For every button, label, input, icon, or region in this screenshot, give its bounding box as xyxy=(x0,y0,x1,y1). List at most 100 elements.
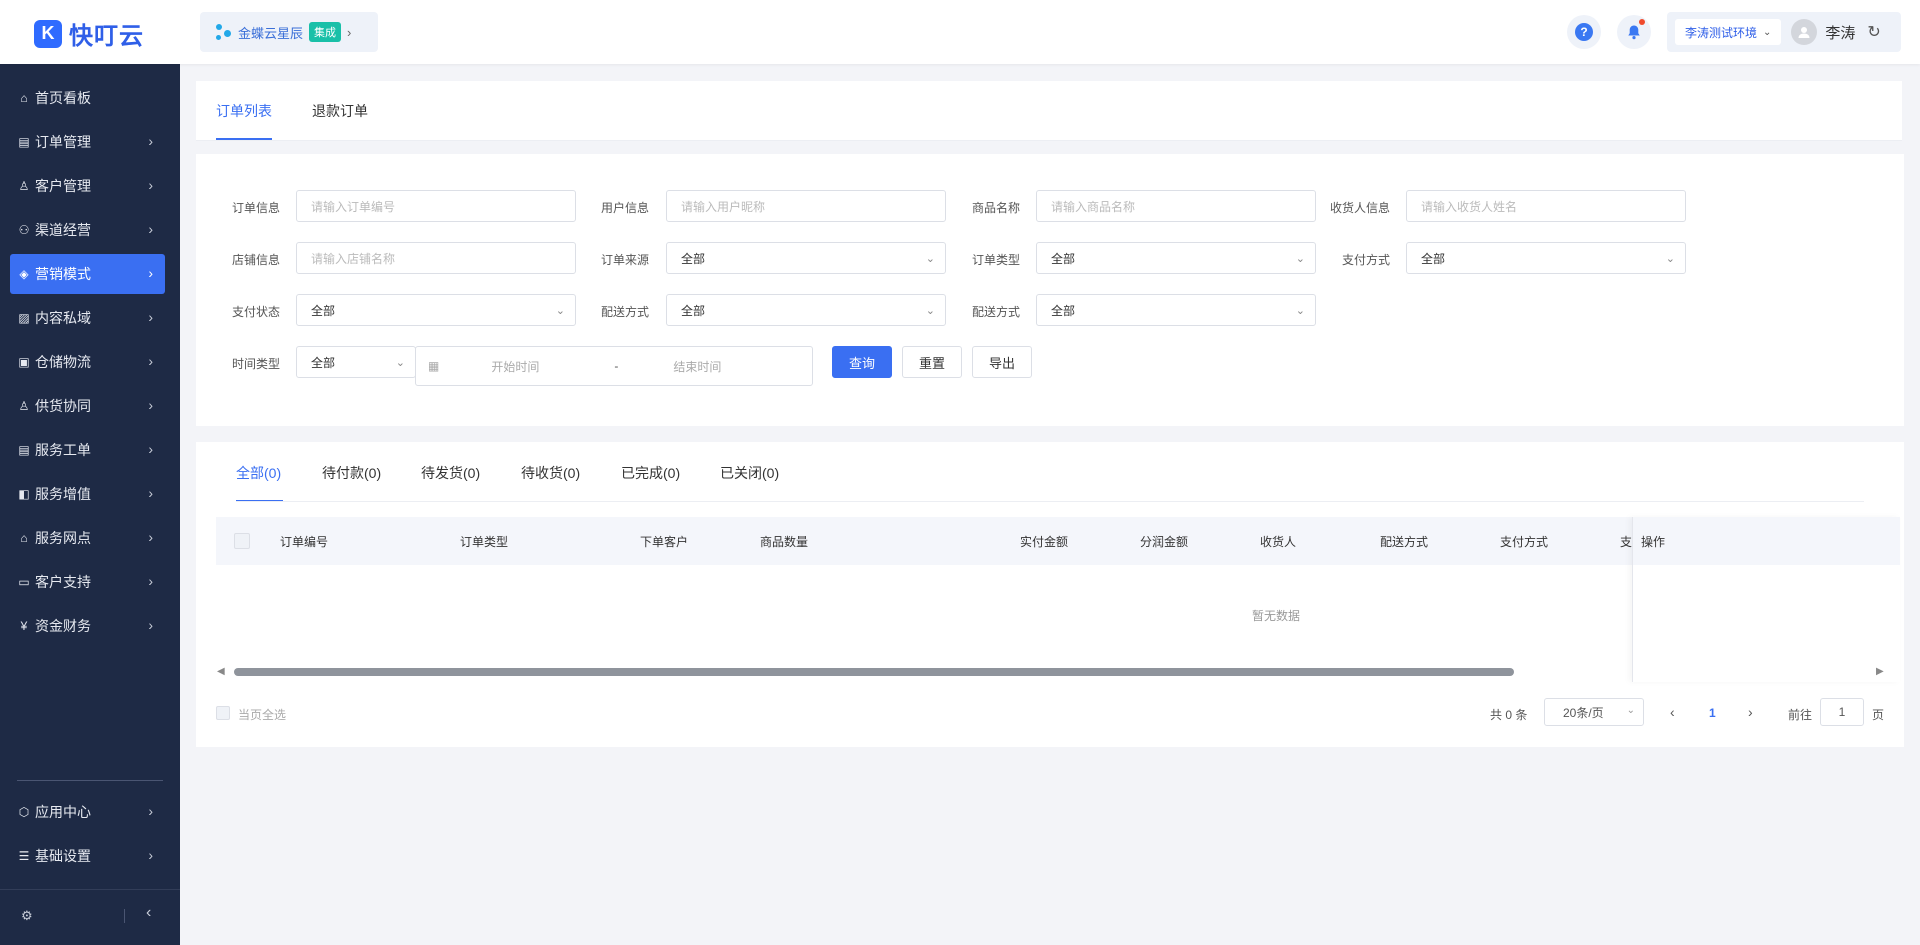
sidebar-item-supply[interactable]: ♙ 供货协同 › xyxy=(10,386,165,426)
chevron-right-icon: › xyxy=(148,617,153,633)
delivery-method-select-2[interactable]: 全部 ⌄ xyxy=(1036,294,1316,326)
sidebar-item-label: 仓储物流 xyxy=(35,354,91,370)
status-tab-pending-receipt[interactable]: 待收货(0) xyxy=(521,463,580,483)
time-type-select[interactable]: 全部 ⌄ xyxy=(296,346,416,378)
gear-icon[interactable]: ⚙ xyxy=(21,908,33,924)
chevron-right-icon: › xyxy=(148,177,153,193)
chevron-right-icon: › xyxy=(148,847,153,863)
status-tab-all[interactable]: 全部(0) xyxy=(236,463,281,483)
order-type-select[interactable]: 全部 ⌄ xyxy=(1036,242,1316,274)
sidebar-item-label: 服务网点 xyxy=(35,530,91,546)
goto-page-input[interactable]: 1 xyxy=(1820,698,1864,726)
sidebar-divider xyxy=(17,780,163,781)
store-name-input[interactable]: 请输入店铺名称 xyxy=(296,242,576,274)
notification-button[interactable] xyxy=(1617,15,1651,49)
env-label: 李涛测试环境 xyxy=(1685,25,1758,40)
product-name-input[interactable]: 请输入商品名称 xyxy=(1036,190,1316,222)
sidebar-item-tickets[interactable]: ▤ 服务工单 › xyxy=(10,430,165,470)
collapse-icon[interactable]: ‹ xyxy=(146,904,151,922)
col-order-number: 订单编号 xyxy=(280,535,329,549)
chevron-right-icon: › xyxy=(148,397,153,413)
pay-method-value: 全部 xyxy=(1421,251,1446,266)
tab-refund-orders[interactable]: 退款订单 xyxy=(312,101,368,121)
avatar[interactable] xyxy=(1791,19,1818,45)
tab-order-list[interactable]: 订单列表 xyxy=(216,101,272,121)
reset-button[interactable]: 重置 xyxy=(902,346,962,378)
goto-label: 前往 xyxy=(1788,708,1813,722)
status-tab-closed[interactable]: 已关闭(0) xyxy=(720,463,779,483)
order-icon: ▤ xyxy=(18,135,30,149)
order-number-input[interactable]: 请输入订单编号 xyxy=(296,190,576,222)
select-all-checkbox[interactable] xyxy=(234,533,250,549)
refresh-icon[interactable]: ↻ xyxy=(1867,22,1880,42)
page-size-value: 20条/页 xyxy=(1563,705,1604,720)
sidebar-item-settings[interactable]: ☰ 基础设置 › xyxy=(10,836,165,876)
scroll-left-icon[interactable]: ◀ xyxy=(217,666,225,677)
home-icon: ⌂ xyxy=(20,91,28,105)
sidebar-item-app-center[interactable]: ⬡ 应用中心 › xyxy=(10,792,165,832)
sidebar-item-orders[interactable]: ▤ 订单管理 › xyxy=(10,122,165,162)
sidebar-item-label: 订单管理 xyxy=(35,134,91,150)
logo[interactable]: K 快叮云 xyxy=(34,16,144,51)
range-separator: - xyxy=(614,359,619,373)
user-box: 李涛测试环境 ⌄ 李涛 ↻ xyxy=(1667,12,1901,52)
env-select[interactable]: 李涛测试环境 ⌄ xyxy=(1675,19,1782,45)
finance-icon: ¥ xyxy=(20,619,28,633)
supply-icon: ♙ xyxy=(18,399,30,413)
chevron-down-icon: ⌄ xyxy=(1295,305,1305,317)
horizontal-scrollbar[interactable] xyxy=(234,668,1514,676)
calendar-icon: ▦ xyxy=(428,359,440,373)
start-time-input[interactable]: 开始时间 xyxy=(491,358,539,375)
sidebar-item-label: 供货协同 xyxy=(35,398,91,414)
page-size-select[interactable]: 20条/页 ⌄ xyxy=(1544,698,1644,726)
sidebar-item-label: 渠道经营 xyxy=(35,222,91,238)
scroll-right-icon[interactable]: ▶ xyxy=(1876,666,1884,677)
col-customer: 下单客户 xyxy=(640,535,689,549)
user-name[interactable]: 李涛 xyxy=(1825,22,1855,43)
pay-method-select[interactable]: 全部 ⌄ xyxy=(1406,242,1686,274)
sidebar-item-marketing[interactable]: ◈ 营销模式 › xyxy=(10,254,165,294)
app-center-icon: ⬡ xyxy=(18,805,30,819)
next-page-icon[interactable]: › xyxy=(1748,704,1753,720)
sidebar-item-value-added[interactable]: ◧ 服务增值 › xyxy=(10,474,165,514)
col-operations: 操作 xyxy=(1641,535,1666,549)
order-list-panel: 全部(0) 待付款(0) 待发货(0) 待收货(0) 已完成(0) 已关闭(0)… xyxy=(196,442,1904,747)
sidebar-item-channel[interactable]: ⚇ 渠道经营 › xyxy=(10,210,165,250)
end-time-input[interactable]: 结束时间 xyxy=(673,358,721,375)
sidebar-item-outlets[interactable]: ⌂ 服务网点 › xyxy=(10,518,165,558)
select-page-checkbox[interactable] xyxy=(216,706,230,720)
sidebar-item-customers[interactable]: ♙ 客户管理 › xyxy=(10,166,165,206)
pay-status-value: 全部 xyxy=(311,303,336,318)
date-range-picker[interactable]: ▦ 开始时间 - 结束时间 xyxy=(415,346,813,386)
status-tab-completed[interactable]: 已完成(0) xyxy=(621,463,680,483)
status-tab-pending-payment[interactable]: 待付款(0) xyxy=(322,463,381,483)
time-type-value: 全部 xyxy=(311,355,336,370)
user-info-label: 用户信息 xyxy=(601,201,650,215)
sidebar-item-content[interactable]: ▨ 内容私域 › xyxy=(10,298,165,338)
chevron-down-icon: ⌄ xyxy=(1626,705,1635,716)
order-source-label: 订单来源 xyxy=(601,253,650,267)
receiver-name-input[interactable]: 请输入收货人姓名 xyxy=(1406,190,1686,222)
col-order-type: 订单类型 xyxy=(460,535,509,549)
sidebar-item-finance[interactable]: ¥ 资金财务 › xyxy=(10,606,165,646)
integration-switch[interactable]: 金蝶云星辰 集成 › xyxy=(200,12,378,52)
status-tab-pending-shipment[interactable]: 待发货(0) xyxy=(421,463,480,483)
top-bar: K 快叮云 金蝶云星辰 集成 › ? 李涛测试环境 ⌄ 李涛 ↻ xyxy=(0,0,1920,64)
help-icon: ? xyxy=(1575,23,1593,41)
query-button[interactable]: 查询 xyxy=(832,346,892,378)
export-button[interactable]: 导出 xyxy=(972,346,1032,378)
delivery-method-select[interactable]: 全部 ⌄ xyxy=(666,294,946,326)
help-button[interactable]: ? xyxy=(1567,15,1601,49)
current-page[interactable]: 1 xyxy=(1709,706,1716,720)
prev-page-icon[interactable]: ‹ xyxy=(1670,704,1675,720)
user-nickname-input[interactable]: 请输入用户昵称 xyxy=(666,190,946,222)
sidebar-item-warehouse[interactable]: ▣ 仓储物流 › xyxy=(10,342,165,382)
sidebar-item-label: 资金财务 xyxy=(35,618,91,634)
pay-status-label: 支付状态 xyxy=(232,305,281,319)
footer-divider xyxy=(124,909,125,923)
pay-status-select[interactable]: 全部 ⌄ xyxy=(296,294,576,326)
sidebar-item-support[interactable]: ▭ 客户支持 › xyxy=(10,562,165,602)
time-type-label: 时间类型 xyxy=(232,357,281,371)
order-source-select[interactable]: 全部 ⌄ xyxy=(666,242,946,274)
sidebar-item-home[interactable]: ⌂ 首页看板 xyxy=(10,78,165,118)
